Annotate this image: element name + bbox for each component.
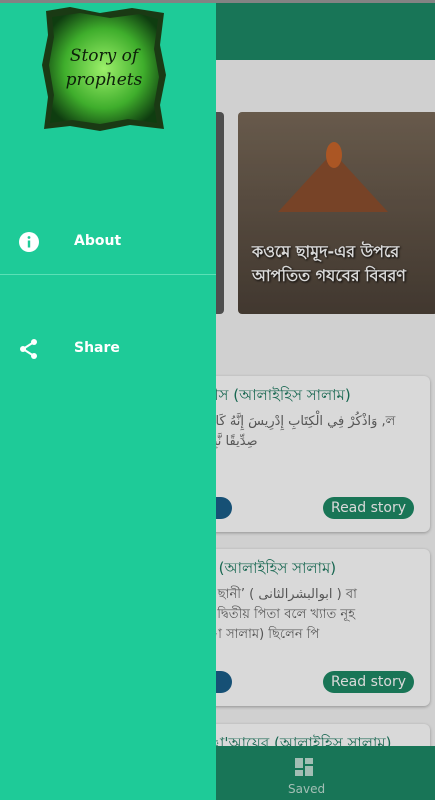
logo-text-line2: prophets <box>66 70 143 90</box>
app-logo: Story of prophets <box>42 7 166 131</box>
navigation-drawer: Story of prophets About Share <box>0 3 216 800</box>
info-icon <box>19 232 39 252</box>
drawer-item-label: About <box>74 233 122 249</box>
drawer-item-share[interactable]: Share <box>0 325 216 375</box>
logo-text-line1: Story of <box>70 46 141 66</box>
drawer-item-label: Share <box>74 340 120 356</box>
share-icon <box>20 339 37 359</box>
drawer-item-about[interactable]: About <box>0 218 216 268</box>
drawer-divider <box>0 274 216 275</box>
